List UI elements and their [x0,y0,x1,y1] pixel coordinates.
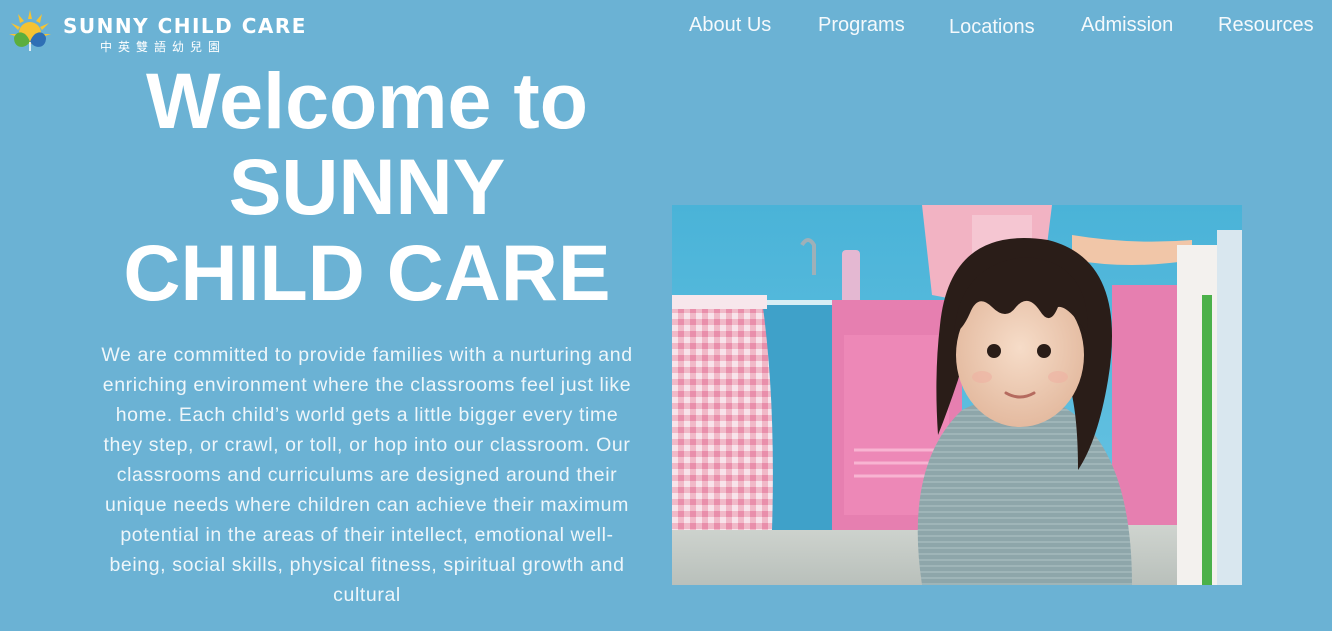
hero-title-line-2: SUNNY [228,142,506,231]
site-logo[interactable]: SUNNY CHILD CARE 中英雙語幼兒園 [8,6,305,54]
hero-description: We are committed to provide families wit… [101,344,633,606]
nav-locations[interactable]: Locations [949,16,1035,39]
nav-programs[interactable]: Programs [818,14,905,37]
sun-leaf-logo-icon [9,10,51,51]
page: SUNNY CHILD CARE 中英雙語幼兒園 About Us Progra… [0,0,1332,631]
logo-title: SUNNY CHILD CARE [63,14,307,38]
nav-resources[interactable]: Resources [1218,14,1314,37]
main-nav: About Us Programs Locations Admission Re… [652,0,1332,56]
toddler-classroom-photo [672,205,1242,585]
nav-about-us[interactable]: About Us [689,14,771,37]
nav-admission[interactable]: Admission [1081,14,1173,37]
hero-title-line-3: CHILD CARE [123,228,611,317]
hero-title: Welcome to SUNNY CHILD CARE [106,58,628,316]
logo-subtitle: 中英雙語幼兒園 [100,40,227,54]
hero-title-line-1: Welcome to [146,56,588,145]
